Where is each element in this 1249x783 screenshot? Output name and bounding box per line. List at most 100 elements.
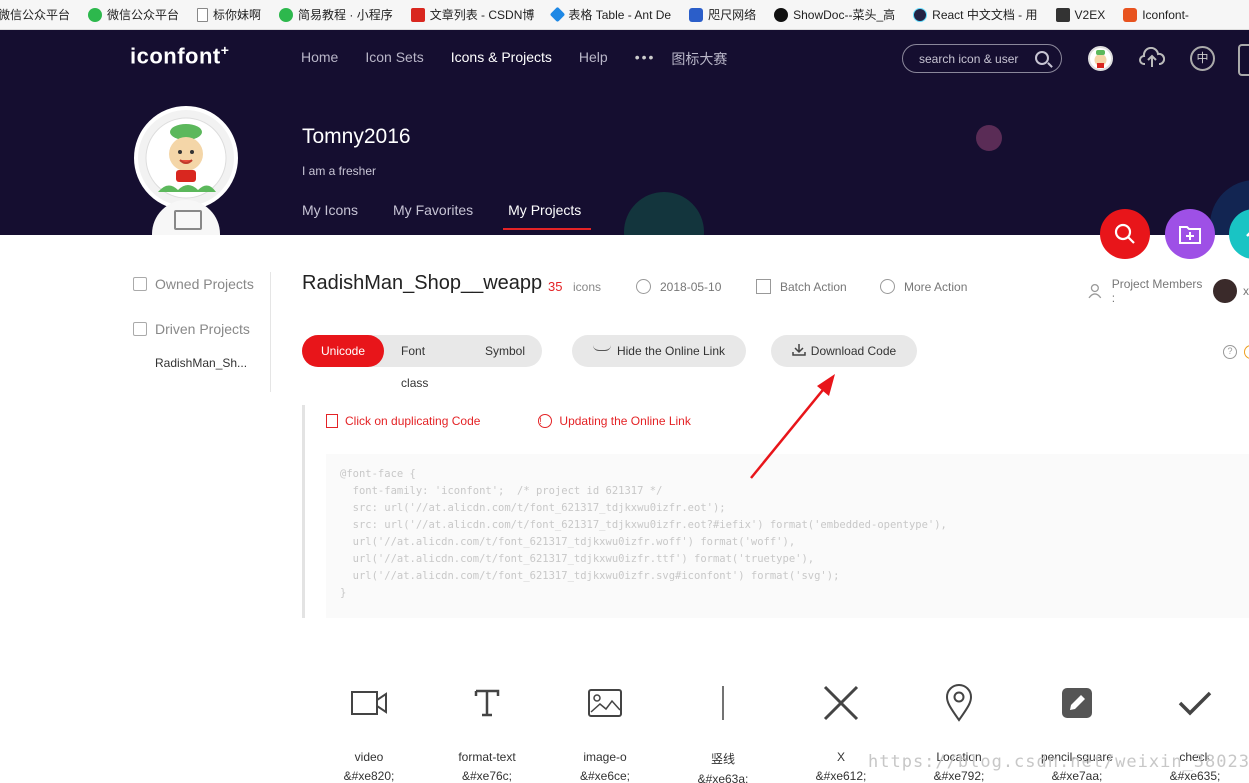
bookmark-item[interactable]: 微信公众平台 — [0, 6, 70, 23]
decorative-circle — [976, 125, 1002, 151]
bookmark-item[interactable]: 表格 Table - Ant De — [550, 6, 671, 23]
mode-font-class-tab[interactable]: Font class — [384, 335, 468, 390]
watermark: https://blog.csdn.net/weixin_38023551 — [868, 752, 1249, 772]
list-icon — [133, 322, 147, 336]
fab-search-button[interactable] — [1100, 209, 1150, 259]
image-icon — [546, 678, 664, 728]
search-icon — [1114, 223, 1135, 244]
profile-username: Tomny2016 — [302, 125, 411, 148]
icon-code: &#xe820; — [343, 769, 395, 783]
site-header: iconfont+ Home Icon Sets Icons & Project… — [0, 30, 1249, 235]
video-icon — [310, 678, 428, 728]
format-text-icon — [428, 678, 546, 728]
icon-count: 35 — [548, 279, 563, 294]
more-action-button[interactable]: More Action — [880, 279, 967, 294]
more-dots-icon — [880, 279, 895, 294]
icon-name: format-text — [458, 750, 516, 764]
clock-icon — [636, 279, 651, 294]
download-code-button[interactable]: Download Code — [771, 335, 917, 367]
bookmark-item[interactable]: 标你妹啊 — [197, 6, 261, 23]
profile-avatar — [134, 106, 238, 210]
csdn-icon — [410, 7, 425, 22]
search-icon[interactable] — [1035, 51, 1049, 65]
folder-plus-icon — [1179, 226, 1201, 244]
icon-code: &#xe6ce; — [579, 769, 631, 783]
sidebar-project-item[interactable]: RadishMan_Sh... — [155, 356, 270, 370]
icon-code: &#xe76c; — [461, 769, 513, 783]
update-online-link[interactable]: ! Updating the Online Link — [538, 414, 719, 428]
edge-badge-icon — [1244, 345, 1249, 359]
fab-new-project-button[interactable] — [1165, 209, 1215, 259]
main-nav: Home Icon Sets Icons & Projects Help •••… — [301, 49, 754, 69]
profile-tabs: My Icons My Favorites My Projects — [302, 202, 626, 230]
bookmarks-bar: 微信公众平台 微信公众平台 标你妹啊 简易教程 · 小程序 文章列表 - CSD… — [0, 0, 1249, 30]
edit-icon — [133, 277, 147, 291]
icon-code: &#xe63a; — [697, 772, 749, 783]
wechat-icon — [88, 7, 103, 22]
tab-my-projects[interactable]: My Projects — [503, 202, 592, 230]
exit-icon[interactable] — [1238, 44, 1249, 76]
icon-count-label: icons — [573, 280, 602, 294]
bookmark-item[interactable]: Iconfont- — [1123, 7, 1189, 22]
nav-icons-projects[interactable]: Icons & Projects — [451, 49, 552, 69]
search-input[interactable]: search icon & user — [902, 44, 1062, 73]
nav-contest[interactable]: 图标大赛 — [671, 49, 727, 69]
hide-online-link-button[interactable]: Hide the Online Link — [572, 335, 746, 367]
download-icon — [792, 344, 806, 356]
batch-icon — [756, 279, 771, 294]
icon-name: image-o — [583, 750, 627, 764]
project-members[interactable]: Project Members : x — [1088, 277, 1249, 305]
sidebar-item-owned-projects[interactable]: Owned Projects — [133, 272, 270, 296]
icon-card[interactable]: video &#xe820; — [310, 678, 428, 783]
batch-action-button[interactable]: Batch Action — [756, 279, 847, 294]
copy-icon — [326, 414, 338, 428]
bookmark-item[interactable]: 文章列表 - CSDN博 — [410, 6, 534, 23]
page-icon — [197, 7, 209, 22]
robot-body-illustration — [152, 200, 220, 235]
icon-card[interactable]: image-o &#xe6ce; — [546, 678, 664, 783]
mode-unicode-tab[interactable]: Unicode — [302, 335, 385, 367]
annotation-arrow — [750, 374, 835, 479]
bookmark-item[interactable]: ShowDoc--菜头_高 — [774, 6, 895, 23]
site-logo[interactable]: iconfont+ — [130, 42, 229, 69]
project-sidebar: Owned Projects Driven Projects RadishMan… — [133, 272, 271, 392]
tab-my-favorites[interactable]: My Favorites — [393, 202, 473, 230]
project-title: RadishMan_Shop__weapp — [302, 272, 543, 294]
copy-code-link[interactable]: Click on duplicating Code — [326, 414, 509, 428]
upload-cloud-icon[interactable] — [1139, 46, 1166, 75]
bookmark-item[interactable]: 简易教程 · 小程序 — [279, 6, 393, 23]
decorative-circle — [624, 192, 704, 235]
showdoc-icon — [774, 7, 789, 22]
arrow-up-icon — [1246, 232, 1249, 237]
help-icon[interactable]: ? — [1223, 345, 1237, 359]
location-icon — [900, 678, 1018, 728]
react-icon — [913, 7, 928, 22]
zhichi-icon — [689, 7, 704, 22]
v2ex-icon — [1055, 7, 1070, 22]
nav-icon-sets[interactable]: Icon Sets — [365, 49, 423, 69]
nav-home[interactable]: Home — [301, 49, 338, 69]
bookmark-item[interactable]: 咫尺网络 — [689, 6, 756, 23]
alert-icon: ! — [538, 414, 553, 428]
pencil-square-icon — [1018, 678, 1136, 728]
mode-symbol-tab[interactable]: Symbol — [468, 335, 542, 367]
sidebar-item-driven-projects[interactable]: Driven Projects — [133, 317, 270, 341]
icon-name: video — [354, 750, 384, 764]
profile-bio: I am a fresher — [302, 164, 377, 178]
eye-closed-icon — [592, 345, 611, 351]
user-avatar[interactable] — [1088, 46, 1113, 71]
icon-card[interactable]: format-text &#xe76c; — [428, 678, 546, 783]
nav-help[interactable]: Help — [579, 49, 608, 69]
iconfont-icon — [1123, 7, 1138, 22]
vertical-line-icon — [664, 678, 782, 728]
bookmark-item[interactable]: React 中文文档 - 用 — [913, 6, 1038, 23]
icon-card[interactable]: 竖线 &#xe63a; — [664, 678, 782, 783]
member-avatar[interactable] — [1213, 279, 1237, 303]
icon-name: 竖线 — [710, 752, 735, 766]
bookmark-item[interactable]: V2EX — [1055, 7, 1105, 22]
x-icon — [782, 678, 900, 728]
nav-more-icon[interactable]: ••• — [635, 49, 656, 69]
bookmark-item[interactable]: 微信公众平台 — [88, 6, 179, 23]
language-switch-icon[interactable]: 中 — [1190, 46, 1215, 71]
tab-my-icons[interactable]: My Icons — [302, 202, 358, 230]
